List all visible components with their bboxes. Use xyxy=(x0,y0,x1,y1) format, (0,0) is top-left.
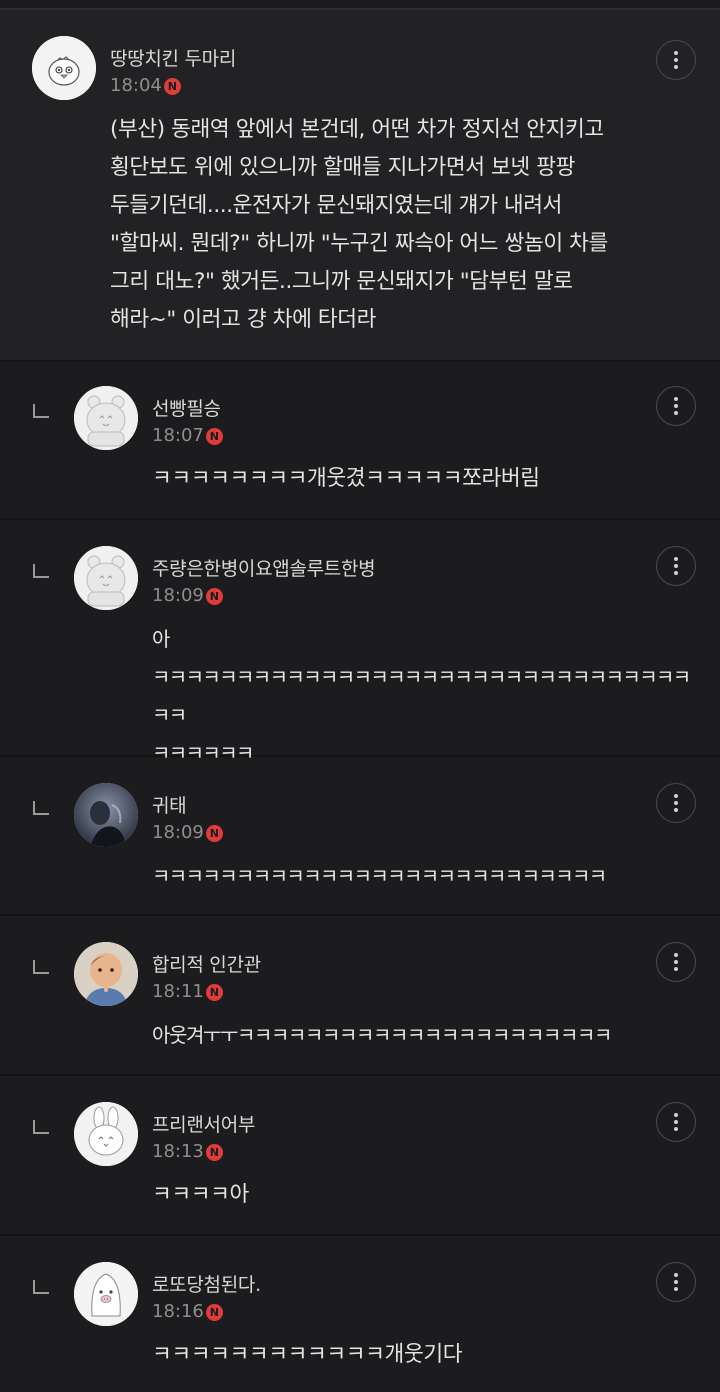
more-vertical-icon[interactable] xyxy=(656,942,696,982)
child-photo-avatar-icon[interactable] xyxy=(74,942,138,1006)
comment-nickname[interactable]: 주량은한병이요앱솔루트한병 xyxy=(152,554,376,581)
comment-timestamp: 18:09 N xyxy=(152,585,223,606)
chick-avatar-icon[interactable] xyxy=(32,36,96,100)
comment-nickname[interactable]: 로또당첨된다. xyxy=(152,1270,261,1297)
more-vertical-icon[interactable] xyxy=(656,40,696,80)
comment-nickname[interactable]: 귀태 xyxy=(152,791,187,818)
comment-timestamp: 18:16 N xyxy=(152,1301,223,1322)
comment-text: 아 ㅋㅋㅋㅋㅋㅋㅋㅋㅋㅋㅋㅋㅋㅋㅋㅋㅋㅋㅋㅋㅋㅋㅋㅋㅋㅋㅋㅋㅋㅋㅋㅋㅋㅋ ㅋㅋㅋ… xyxy=(152,627,691,765)
comment-text: ㅋㅋㅋㅋㅋㅋㅋㅋ개웃겼ㅋㅋㅋㅋㅋ쪼라버림 xyxy=(152,466,540,491)
more-vertical-icon[interactable] xyxy=(656,1102,696,1142)
more-vertical-icon[interactable] xyxy=(656,783,696,823)
new-badge-icon: N xyxy=(205,588,223,605)
comment-text: ㅋㅋㅋㅋ아 xyxy=(152,1182,249,1207)
comment-text: ㅋㅋㅋㅋㅋㅋㅋㅋㅋㅋㅋㅋ개웃기다 xyxy=(152,1342,463,1367)
new-badge-icon: N xyxy=(205,984,223,1001)
pig-avatar-icon[interactable] xyxy=(74,1262,138,1326)
new-badge-icon: N xyxy=(205,428,223,445)
reply-arrow-icon xyxy=(33,960,49,974)
comment-text: 아웃겨ㅜㅜㅋㅋㅋㅋㅋㅋㅋㅋㅋㅋㅋㅋㅋㅋㅋㅋㅋㅋㅋㅋㅋㅋ xyxy=(152,1023,612,1047)
reply-arrow-icon xyxy=(33,1120,49,1134)
photo-avatar-icon[interactable] xyxy=(74,783,138,847)
bear-avatar-icon[interactable] xyxy=(74,386,138,450)
reply-arrow-icon xyxy=(33,801,49,815)
comment-time: 18:07 xyxy=(152,425,204,446)
reply-arrow-icon xyxy=(33,404,49,418)
more-vertical-icon[interactable] xyxy=(656,546,696,586)
reply-item: 선빵필승 18:07 N ㅋㅋㅋㅋㅋㅋㅋㅋ개웃겼ㅋㅋㅋㅋㅋ쪼라버림 xyxy=(0,360,720,520)
comment-time: 18:09 xyxy=(152,822,204,843)
reply-item: 주량은한병이요앱솔루트한병 18:09 N 아 ㅋㅋㅋㅋㅋㅋㅋㅋㅋㅋㅋㅋㅋㅋㅋㅋㅋ… xyxy=(0,520,720,765)
new-badge-icon: N xyxy=(163,78,181,95)
comment-time: 18:11 xyxy=(152,981,204,1002)
comment-time: 18:09 xyxy=(152,585,204,606)
comment-item: 땅땅치킨 두마리 18:04 N (부산) 동래역 앞에서 본건데, 어떤 차가 … xyxy=(0,10,720,362)
comment-timestamp: 18:13 N xyxy=(152,1141,223,1162)
comment-time: 18:04 xyxy=(110,75,162,96)
reply-arrow-icon xyxy=(33,564,49,578)
rabbit-avatar-icon[interactable] xyxy=(74,1102,138,1166)
comment-timestamp: 18:04 N xyxy=(110,75,181,96)
new-badge-icon: N xyxy=(205,1304,223,1321)
bear-avatar-icon[interactable] xyxy=(74,546,138,610)
comment-nickname[interactable]: 선빵필승 xyxy=(152,394,221,421)
reply-item: 로또당첨된다. 18:16 N ㅋㅋㅋㅋㅋㅋㅋㅋㅋㅋㅋㅋ개웃기다 xyxy=(0,1236,720,1392)
comment-time: 18:13 xyxy=(152,1141,204,1162)
comment-timestamp: 18:09 N xyxy=(152,822,223,843)
reply-item: 귀태 18:09 N ㅋㅋㅋㅋㅋㅋㅋㅋㅋㅋㅋㅋㅋㅋㅋㅋㅋㅋㅋㅋㅋㅋㅋㅋㅋㅋㅋ xyxy=(0,757,720,916)
comment-timestamp: 18:07 N xyxy=(152,425,223,446)
more-vertical-icon[interactable] xyxy=(656,386,696,426)
new-badge-icon: N xyxy=(205,1144,223,1161)
comment-nickname[interactable]: 땅땅치킨 두마리 xyxy=(110,44,236,71)
more-vertical-icon[interactable] xyxy=(656,1262,696,1302)
comment-nickname[interactable]: 합리적 인간관 xyxy=(152,950,261,977)
new-badge-icon: N xyxy=(205,825,223,842)
reply-arrow-icon xyxy=(33,1280,49,1294)
comment-text: (부산) 동래역 앞에서 본건데, 어떤 차가 정지선 안지키고 횡단보도 위에… xyxy=(110,117,608,332)
comment-timestamp: 18:11 N xyxy=(152,981,223,1002)
reply-item: 프리랜서어부 18:13 N ㅋㅋㅋㅋ아 xyxy=(0,1076,720,1236)
comment-text: ㅋㅋㅋㅋㅋㅋㅋㅋㅋㅋㅋㅋㅋㅋㅋㅋㅋㅋㅋㅋㅋㅋㅋㅋㅋㅋㅋ xyxy=(152,864,607,888)
comment-time: 18:16 xyxy=(152,1301,204,1322)
comment-nickname[interactable]: 프리랜서어부 xyxy=(152,1110,255,1137)
reply-item: 합리적 인간관 18:11 N 아웃겨ㅜㅜㅋㅋㅋㅋㅋㅋㅋㅋㅋㅋㅋㅋㅋㅋㅋㅋㅋㅋㅋㅋ… xyxy=(0,916,720,1076)
